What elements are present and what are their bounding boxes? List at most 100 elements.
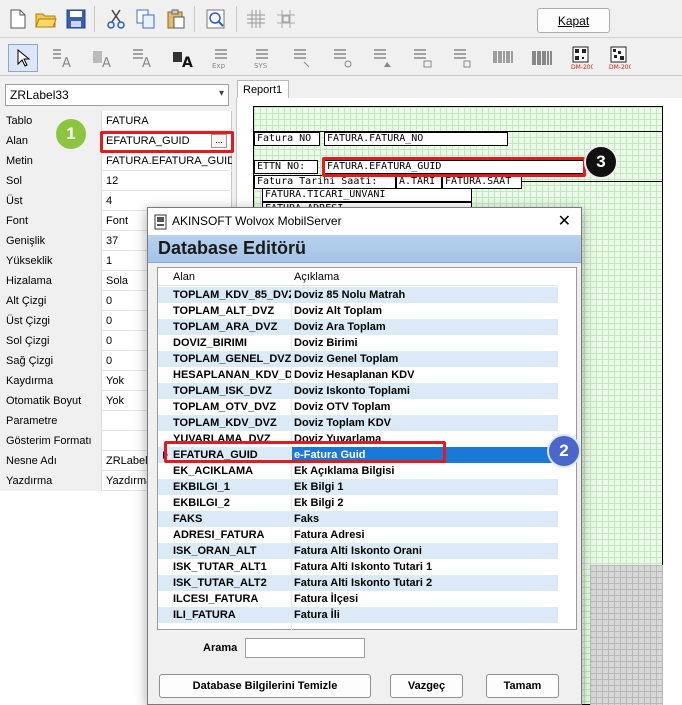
highlight-report-label — [322, 157, 586, 177]
svg-text:A: A — [182, 55, 193, 69]
field-name: EK_ACIKLAMA — [173, 465, 254, 477]
memo-tool-icon[interactable]: A — [128, 44, 158, 72]
column-header-aciklama[interactable]: Açıklama — [294, 271, 339, 283]
open-folder-icon[interactable] — [34, 7, 58, 31]
step-marker-1: 1 — [56, 119, 86, 149]
field-description: Fatura Alti Iskonto Orani — [294, 545, 422, 557]
list-item[interactable]: DOVIZ_BIRIMI Doviz Birimi — [158, 335, 558, 351]
components-toolbar: A A A A Exp SYS DM-200 DM-200 — [0, 40, 682, 76]
cancel-button[interactable]: Vazgeç — [390, 674, 463, 698]
list-item[interactable]: TOPLAM_OTV_DVZ Doviz OTV Toplam — [158, 399, 558, 415]
field-description: Fatura Alti Iskonto Tutari 2 — [294, 577, 433, 589]
new-document-icon[interactable] — [6, 7, 30, 31]
field-description: Ek Bilgi 1 — [294, 481, 344, 493]
checkbox-tool-icon[interactable] — [448, 44, 478, 72]
property-name: Hizalama — [0, 271, 102, 291]
app-icon — [154, 214, 167, 230]
save-icon[interactable] — [64, 7, 88, 31]
cut-icon[interactable] — [104, 7, 128, 31]
barcode2-tool-icon[interactable] — [528, 44, 558, 72]
field-description: Doviz Genel Toplam — [294, 353, 399, 365]
clear-database-info-button[interactable]: Database Bilgilerini Temizle — [159, 674, 371, 698]
image-tool-icon[interactable] — [368, 44, 398, 72]
column-header-alan[interactable]: Alan — [173, 271, 195, 283]
list-item[interactable]: HESAPLANAN_KDV_DVZDoviz Hesaplanan KDV — [158, 367, 558, 383]
list-item[interactable]: TOPLAM_KDV_DVZ Doviz Toplam KDV — [158, 415, 558, 431]
label-tool-icon[interactable]: A — [48, 44, 78, 72]
field-name: ILCESI_FATURA — [173, 593, 259, 605]
report-label[interactable]: A.TARI — [396, 175, 442, 189]
bold-label-tool-icon[interactable]: A — [168, 44, 198, 72]
snap-grid-icon[interactable] — [274, 7, 298, 31]
expression-tool-icon[interactable]: Exp — [208, 44, 238, 72]
list-item[interactable]: EKBILGI_2 Ek Bilgi 2 — [158, 495, 558, 511]
close-icon[interactable]: ✕ — [558, 211, 571, 231]
field-name: TOPLAM_KDV_DVZ — [173, 417, 277, 429]
dialog-header: Database Editörü — [148, 235, 581, 263]
svg-text:A: A — [62, 56, 71, 69]
shape-tool-icon[interactable] — [328, 44, 358, 72]
db-label-tool-icon[interactable]: A — [88, 44, 118, 72]
search-input[interactable] — [245, 638, 365, 658]
property-name: Yazdırma — [0, 471, 102, 491]
field-description: Fatura İli — [294, 609, 340, 621]
property-name: Sol Çizgi — [0, 331, 102, 351]
report-label[interactable]: Fatura Tarihi Saati: — [254, 175, 396, 189]
richtext-tool-icon[interactable] — [288, 44, 318, 72]
list-item[interactable]: TOPLAM_ARA_DVZ Doviz Ara Toplam — [158, 319, 558, 335]
copy-icon[interactable] — [134, 7, 158, 31]
qr-code-tool-icon[interactable]: DM-200 — [566, 44, 596, 72]
list-item[interactable]: EK_ACIKLAMA Ek Açıklama Bilgisi — [158, 463, 558, 479]
property-value[interactable]: FATURA.EFATURA_GUID — [103, 151, 232, 171]
property-value[interactable]: 12 — [103, 171, 232, 191]
grid-icon[interactable] — [244, 7, 268, 31]
property-name: Genişlik — [0, 231, 102, 251]
close-button[interactable]: Kapat — [537, 8, 610, 33]
list-item[interactable]: FAKS Faks — [158, 511, 558, 527]
svg-text:Exp: Exp — [212, 62, 226, 69]
field-description: Doviz 85 Nolu Matrah — [294, 289, 406, 301]
property-row[interactable]: Tablo FATURA — [0, 111, 232, 131]
list-item[interactable]: TOPLAM_KDV_85_DVZ Doviz 85 Nolu Matrah — [158, 287, 558, 303]
barcode-tool-icon[interactable] — [488, 44, 518, 72]
report-label[interactable]: ETTN NO: — [254, 160, 318, 174]
preview-zoom-icon[interactable] — [204, 7, 228, 31]
field-description: Doviz Alt Toplam — [294, 305, 382, 317]
field-name: EKBILGI_2 — [173, 497, 230, 509]
property-name: Alan — [0, 131, 102, 151]
property-name: Sağ Çizgi — [0, 351, 102, 371]
list-item[interactable]: EKBILGI_1 Ek Bilgi 1 — [158, 479, 558, 495]
field-name: TOPLAM_GENEL_DVZ — [173, 353, 291, 365]
list-item[interactable]: TOPLAM_GENEL_DVZ Doviz Genel Toplam — [158, 351, 558, 367]
db-image-tool-icon[interactable] — [408, 44, 438, 72]
select-pointer-icon[interactable] — [8, 44, 38, 72]
report-label[interactable]: FATURA.TICARI_UNVANI — [262, 188, 472, 202]
report-label[interactable]: FATURA.SAAT — [442, 175, 522, 189]
property-value[interactable]: FATURA — [103, 111, 232, 131]
ok-button[interactable]: Tamam — [486, 674, 559, 698]
list-item[interactable]: ADRESI_FATURA Fatura Adresi — [158, 527, 558, 543]
list-item[interactable]: ILI_FATURA Fatura İli — [158, 607, 558, 623]
datamatrix-tool-icon[interactable]: DM-200 — [604, 44, 634, 72]
list-item[interactable]: ISK_ORAN_ALT Fatura Alti Iskonto Orani — [158, 543, 558, 559]
list-item[interactable]: ILCESI_FATURA Fatura İlçesi — [158, 591, 558, 607]
list-item[interactable]: ISK_TUTAR_ALT1 Fatura Alti Iskonto Tutari… — [158, 559, 558, 575]
property-row[interactable]: Metin FATURA.EFATURA_GUID — [0, 151, 232, 171]
search-label: Arama — [203, 642, 238, 654]
paste-icon[interactable] — [164, 7, 188, 31]
list-item[interactable]: ISK_TUTAR_ALT2 Fatura Alti Iskonto Tutari… — [158, 575, 558, 591]
report-label[interactable]: Fatura NO — [254, 132, 320, 146]
svg-text:A: A — [142, 56, 151, 69]
svg-text:SYS: SYS — [254, 62, 268, 69]
list-item[interactable]: TOPLAM_ISK_DVZ Doviz Iskonto Toplami — [158, 383, 558, 399]
report-label[interactable]: FATURA.FATURA_NO — [324, 132, 508, 146]
field-name: FAKS — [173, 513, 203, 525]
main-toolbar: Kapat — [0, 0, 682, 38]
field-description: Doviz Hesaplanan KDV — [294, 369, 415, 381]
system-data-tool-icon[interactable]: SYS — [248, 44, 278, 72]
tab-report1[interactable]: Report1 — [237, 80, 289, 98]
property-row[interactable]: Sol 12 — [0, 171, 232, 191]
component-selector[interactable]: ZRLabel33 ▾ — [5, 84, 229, 106]
list-item[interactable]: TOPLAM_ALT_DVZ Doviz Alt Toplam — [158, 303, 558, 319]
step-marker-2: 2 — [547, 434, 581, 468]
